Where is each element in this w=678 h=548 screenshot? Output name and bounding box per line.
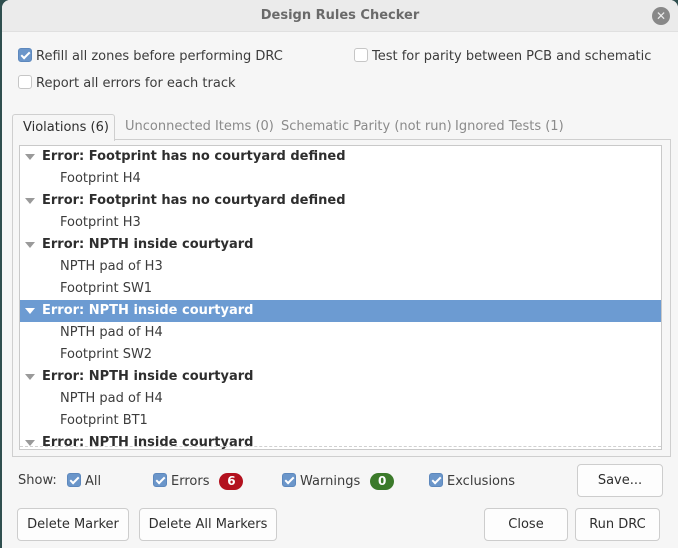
drc-dialog: Design Rules Checker ✕ Refill all zones … — [2, 0, 678, 548]
violation-group[interactable]: Error: NPTH inside courtyard — [20, 234, 661, 256]
checkbox-checked-icon[interactable] — [429, 473, 443, 487]
checkbox-checked-icon[interactable] — [67, 473, 81, 487]
filter-warnings-label: Warnings — [300, 474, 361, 489]
violation-group[interactable]: Error: Footprint has no courtyard define… — [20, 190, 661, 212]
violations-panel: Error: Footprint has no courtyard define… — [12, 139, 671, 457]
violation-item[interactable]: Footprint SW2 — [20, 344, 661, 366]
refill-zones-checkbox[interactable]: Refill all zones before performing DRC — [18, 48, 283, 64]
violation-item[interactable]: Footprint BT1 — [20, 410, 661, 432]
test-parity-checkbox[interactable]: Test for parity between PCB and schemati… — [354, 48, 651, 64]
filter-errors-checkbox[interactable]: Errors 6 — [153, 473, 244, 490]
checkbox-unchecked-icon[interactable] — [354, 48, 368, 62]
checkbox-unchecked-icon[interactable] — [18, 75, 32, 89]
title-bar: Design Rules Checker ✕ — [2, 0, 678, 32]
expand-arrow-icon[interactable] — [25, 374, 35, 380]
violation-title: Error: NPTH inside courtyard — [42, 237, 254, 252]
violation-item[interactable]: Footprint H4 — [20, 168, 661, 190]
report-all-errors-label: Report all errors for each track — [36, 76, 236, 91]
save-button[interactable]: Save... — [577, 464, 663, 497]
filter-exclusions-label: Exclusions — [447, 474, 516, 489]
delete-marker-button[interactable]: Delete Marker — [17, 508, 129, 541]
violation-group[interactable]: Error: Footprint has no courtyard define… — [20, 146, 661, 168]
report-all-errors-checkbox[interactable]: Report all errors for each track — [18, 75, 236, 91]
violations-tree[interactable]: Error: Footprint has no courtyard define… — [19, 145, 662, 450]
filter-errors-label: Errors — [171, 474, 210, 489]
violation-title: Error: NPTH inside courtyard — [42, 369, 254, 384]
filter-warnings-checkbox[interactable]: Warnings 0 — [282, 473, 395, 490]
violation-group[interactable]: Error: NPTH inside courtyard — [20, 432, 661, 450]
test-parity-label: Test for parity between PCB and schemati… — [372, 49, 652, 64]
close-icon[interactable]: ✕ — [652, 7, 670, 25]
close-button[interactable]: Close — [484, 508, 568, 541]
violation-item[interactable]: NPTH pad of H4 — [20, 322, 661, 344]
violation-group[interactable]: Error: NPTH inside courtyard — [20, 366, 661, 388]
window-title: Design Rules Checker — [260, 8, 420, 23]
violation-item[interactable]: NPTH pad of H4 — [20, 388, 661, 410]
errors-count-badge: 6 — [219, 473, 244, 490]
violation-title: Error: NPTH inside courtyard — [42, 435, 254, 450]
violation-item[interactable]: Footprint H3 — [20, 212, 661, 234]
violation-title: Error: Footprint has no courtyard define… — [42, 149, 346, 164]
checkbox-checked-icon[interactable] — [153, 473, 167, 487]
violation-title: Error: NPTH inside courtyard — [42, 303, 254, 318]
violation-item[interactable]: Footprint SW1 — [20, 278, 661, 300]
filter-all-label: All — [85, 474, 102, 489]
tab-violations[interactable]: Violations (6) — [12, 114, 115, 141]
violation-title: Error: Footprint has no courtyard define… — [42, 193, 346, 208]
show-label: Show: — [18, 473, 57, 488]
tab-ignored-tests[interactable]: Ignored Tests (1) — [445, 114, 574, 141]
checkbox-checked-icon[interactable] — [18, 48, 32, 62]
expand-arrow-icon[interactable] — [25, 242, 35, 248]
filter-all-checkbox[interactable]: All — [67, 473, 101, 489]
checkbox-checked-icon[interactable] — [282, 473, 296, 487]
filter-exclusions-checkbox[interactable]: Exclusions — [429, 473, 515, 489]
violation-group-selected[interactable]: Error: NPTH inside courtyard — [20, 300, 661, 322]
expand-arrow-icon[interactable] — [25, 440, 35, 446]
tab-schematic-parity[interactable]: Schematic Parity (not run) — [271, 114, 462, 141]
expand-arrow-icon[interactable] — [25, 154, 35, 160]
delete-all-markers-button[interactable]: Delete All Markers — [139, 508, 277, 541]
violation-item[interactable]: NPTH pad of H3 — [20, 256, 661, 278]
refill-zones-label: Refill all zones before performing DRC — [36, 49, 283, 64]
tab-unconnected-items[interactable]: Unconnected Items (0) — [115, 114, 284, 141]
run-drc-button[interactable]: Run DRC — [575, 508, 660, 541]
expand-arrow-icon[interactable] — [25, 308, 35, 314]
warnings-count-badge: 0 — [370, 473, 395, 490]
expand-arrow-icon[interactable] — [25, 198, 35, 204]
